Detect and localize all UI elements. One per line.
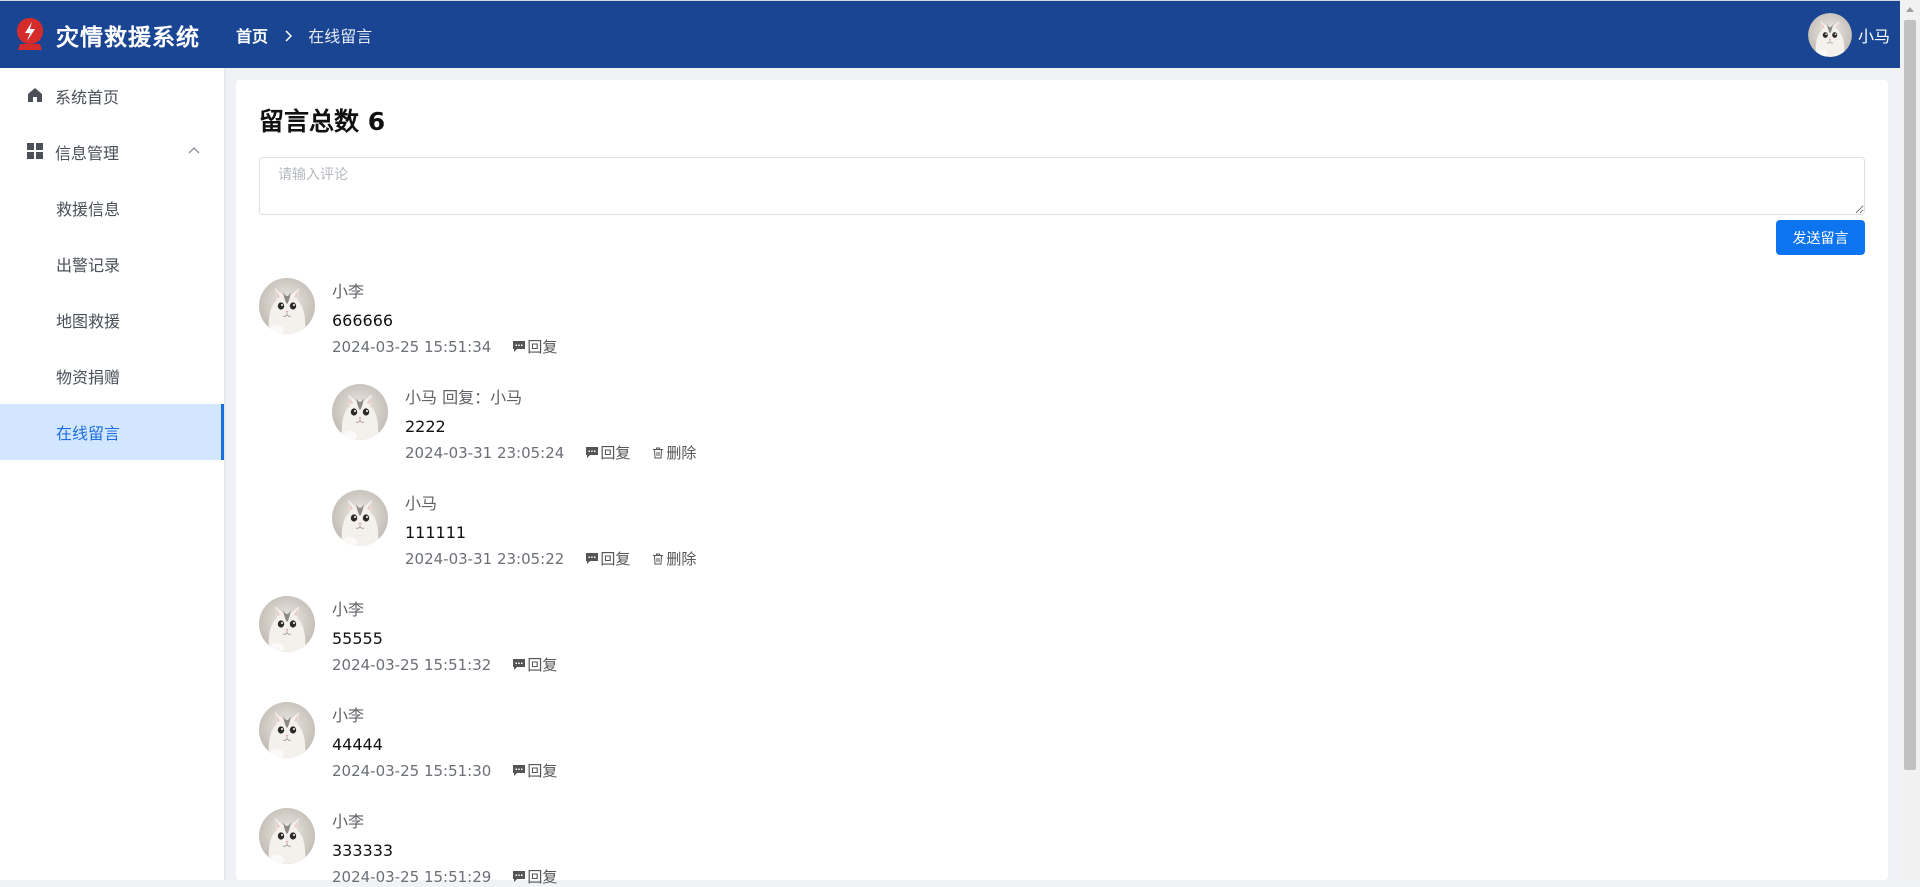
avatar: [332, 384, 388, 440]
sidebar-item-label: 系统首页: [55, 88, 120, 107]
comment-time: 2024-03-31 23:05:22: [405, 549, 565, 568]
chat-icon: [513, 871, 526, 882]
user-avatar[interactable]: [1808, 13, 1852, 57]
chat-icon: [513, 341, 526, 352]
page-title: 留言总数 6: [259, 107, 386, 136]
reply-label: 回复: [527, 762, 558, 780]
avatar: [259, 278, 315, 334]
reply-button[interactable]: 回复: [513, 336, 557, 357]
chat-icon: [586, 447, 599, 458]
page-scrollbar[interactable]: [1900, 0, 1920, 880]
comment-meta: 2024-03-25 15:51:34 回复: [332, 336, 557, 357]
reply-button[interactable]: 回复: [586, 548, 630, 569]
sidebar-item-label: 地图救援: [56, 312, 121, 331]
delete-label: 删除: [666, 444, 697, 462]
comment-time: 2024-03-25 15:51:34: [332, 337, 492, 356]
breadcrumb-current: 在线留言: [308, 27, 373, 46]
comment-time: 2024-03-25 15:51:32: [332, 655, 492, 674]
chat-icon: [513, 659, 526, 670]
sidebar-item-label: 物资捐赠: [56, 368, 121, 387]
comment-text: 666666: [332, 311, 394, 330]
trash-icon: [653, 553, 664, 564]
comment-author: 小马: [405, 494, 438, 513]
comment-author: 小马 回复：小马: [405, 388, 523, 407]
reply-button[interactable]: 回复: [586, 442, 630, 463]
sidebar-item-label: 救援信息: [56, 200, 121, 219]
comment-meta: 2024-03-25 15:51:29 回复: [332, 866, 557, 887]
reply-button[interactable]: 回复: [513, 866, 557, 887]
app-logo-icon: [17, 18, 43, 50]
comment-time: 2024-03-25 15:51:29: [332, 867, 492, 886]
breadcrumb-chevron-icon: [283, 27, 293, 46]
reply-label: 回复: [527, 338, 558, 356]
sidebar: 系统首页 信息管理 救援信息 出警记录 地图救援 物资捐赠 在线留言: [0, 68, 226, 880]
comment-author: 小李: [332, 706, 365, 725]
reply-label: 回复: [600, 444, 631, 462]
top-header: 灾情救援系统 首页 在线留言 小马: [0, 0, 1900, 68]
comment-meta: 2024-03-31 23:05:24 回复 删除: [405, 442, 696, 463]
app-title: 灾情救援系统: [56, 25, 200, 51]
comment-meta: 2024-03-25 15:51:30 回复: [332, 760, 557, 781]
sidebar-item-rescue-info[interactable]: 救援信息: [0, 180, 224, 236]
comment-text: 55555: [332, 629, 383, 648]
delete-label: 删除: [666, 550, 697, 568]
comment-meta: 2024-03-25 15:51:32 回复: [332, 654, 557, 675]
message-board-card: 留言总数 6 发送留言 小李 666666 2024-03-25 15:51:3…: [236, 80, 1888, 886]
avatar: [259, 596, 315, 652]
comment-author: 小李: [332, 282, 365, 301]
reply-label: 回复: [527, 656, 558, 674]
sidebar-item-label: 出警记录: [56, 256, 121, 275]
scroll-up-arrow-icon[interactable]: [1900, 0, 1920, 18]
delete-button[interactable]: 删除: [652, 442, 696, 463]
comment-author: 小李: [332, 600, 365, 619]
sidebar-item-home[interactable]: 系统首页: [0, 68, 224, 124]
reply-button[interactable]: 回复: [513, 760, 557, 781]
sidebar-item-dispatch-records[interactable]: 出警记录: [0, 236, 224, 292]
reply-label: 回复: [527, 868, 558, 886]
breadcrumb: 首页 在线留言: [236, 23, 372, 47]
comment-text: 111111: [405, 523, 467, 542]
send-message-button[interactable]: 发送留言: [1776, 220, 1865, 255]
comment-input[interactable]: [259, 157, 1865, 215]
comment-text: 2222: [405, 417, 446, 436]
sidebar-item-label: 在线留言: [56, 424, 121, 443]
avatar: [259, 702, 315, 758]
home-icon: [28, 88, 42, 102]
delete-button[interactable]: 删除: [652, 548, 696, 569]
comment-meta: 2024-03-31 23:05:22 回复 删除: [405, 548, 696, 569]
comment-text: 333333: [332, 841, 394, 860]
scrollbar-thumb[interactable]: [1904, 20, 1916, 770]
chat-icon: [513, 765, 526, 776]
trash-icon: [653, 447, 664, 458]
sidebar-item-info-management[interactable]: 信息管理: [0, 124, 224, 180]
comment-time: 2024-03-25 15:51:30: [332, 761, 492, 780]
chevron-up-icon: [188, 147, 200, 154]
sidebar-item-donations[interactable]: 物资捐赠: [0, 348, 224, 404]
user-name: 小马: [1857, 27, 1890, 46]
avatar: [332, 490, 388, 546]
comment-text: 44444: [332, 735, 383, 754]
reply-button[interactable]: 回复: [513, 654, 557, 675]
reply-label: 回复: [600, 550, 631, 568]
comment-author: 小李: [332, 812, 365, 831]
chat-icon: [586, 553, 599, 564]
breadcrumb-home[interactable]: 首页: [236, 27, 268, 46]
grid-icon: [27, 143, 43, 159]
sidebar-item-online-messages[interactable]: 在线留言: [0, 404, 224, 460]
sidebar-item-map-rescue[interactable]: 地图救援: [0, 292, 224, 348]
user-menu[interactable]: 小马: [1808, 13, 1890, 57]
comment-time: 2024-03-31 23:05:24: [405, 443, 565, 462]
avatar: [259, 808, 315, 864]
sidebar-item-label: 信息管理: [55, 144, 120, 163]
